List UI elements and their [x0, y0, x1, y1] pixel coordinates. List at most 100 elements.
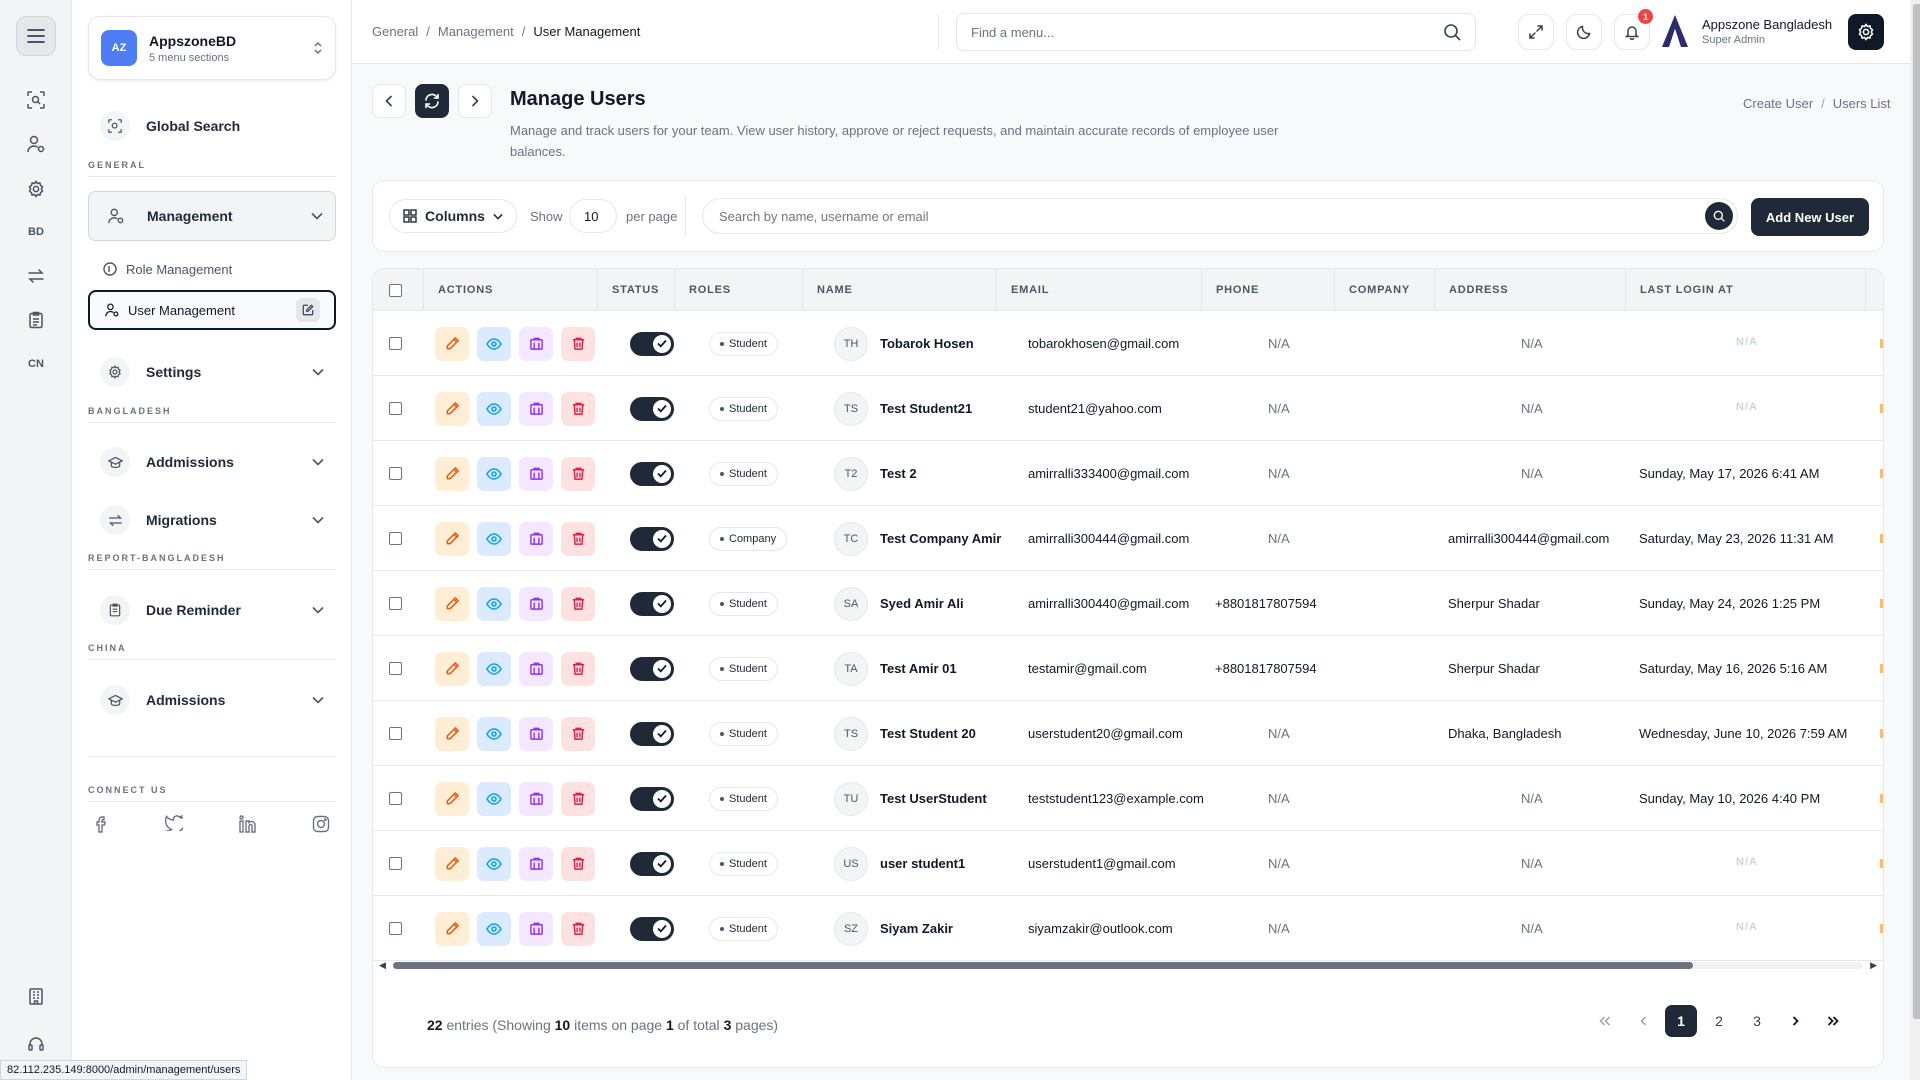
rail-building-icon[interactable] [22, 982, 50, 1010]
user-name-cell[interactable]: Siyam Zakir [880, 921, 953, 936]
select-all-checkbox[interactable] [389, 283, 402, 297]
search-submit-button[interactable] [1705, 202, 1733, 230]
status-toggle[interactable] [630, 851, 674, 876]
scroll-right-icon[interactable]: ▶ [1870, 960, 1877, 971]
delete-button[interactable] [561, 651, 595, 686]
find-menu-input[interactable]: Find a menu... [956, 13, 1476, 51]
view-button[interactable] [477, 846, 511, 881]
next-page-button[interactable] [1779, 1005, 1811, 1037]
user-name-cell[interactable]: Test Company Amir [880, 531, 1001, 546]
sidebar-item-settings[interactable]: Settings [88, 347, 336, 397]
view-button[interactable] [477, 781, 511, 816]
edit-button[interactable] [435, 716, 469, 751]
sidebar-item-migrations[interactable]: Migrations [88, 495, 336, 545]
row-checkbox[interactable] [389, 792, 402, 805]
delete-button[interactable] [561, 846, 595, 881]
rail-due-reminder-icon[interactable] [22, 306, 50, 334]
view-button[interactable] [477, 456, 511, 491]
horizontal-scrollbar[interactable]: ◀ ▶ [377, 959, 1879, 971]
assign-button[interactable] [519, 911, 553, 946]
row-checkbox[interactable] [389, 597, 402, 610]
workspace-switcher[interactable]: AZ AppszoneBD 5 menu sections [88, 16, 336, 80]
rail-global-search-icon[interactable] [22, 86, 50, 114]
per-page-input[interactable] [569, 199, 617, 233]
first-page-button[interactable] [1589, 1005, 1621, 1037]
row-checkbox[interactable] [389, 727, 402, 740]
status-toggle[interactable] [630, 396, 674, 421]
user-name-cell[interactable]: Test Amir 01 [880, 661, 957, 676]
user-name-cell[interactable]: Test Student21 [880, 401, 972, 416]
delete-button[interactable] [561, 456, 595, 491]
column-header-last-login[interactable]: LAST LOGIN AT [1625, 269, 1865, 311]
delete-button[interactable] [561, 521, 595, 556]
columns-button[interactable]: Columns [389, 199, 517, 233]
delete-button[interactable] [561, 781, 595, 816]
create-user-link[interactable]: Create User [1743, 96, 1813, 111]
last-page-button[interactable] [1817, 1005, 1849, 1037]
assign-button[interactable] [519, 651, 553, 686]
edit-button[interactable] [435, 911, 469, 946]
user-name-cell[interactable]: Test Student 20 [880, 726, 976, 741]
sidebar-item-admissions[interactable]: Admissions [88, 675, 336, 725]
user-name-cell[interactable]: Syed Amir Ali [880, 596, 964, 611]
previous-page-button[interactable] [1627, 1005, 1659, 1037]
edit-button[interactable] [435, 651, 469, 686]
row-checkbox[interactable] [389, 857, 402, 870]
view-button[interactable] [477, 326, 511, 361]
row-checkbox[interactable] [389, 662, 402, 675]
sidebar-item-global-search[interactable]: Global Search [88, 101, 336, 151]
sidebar-item-user-management[interactable]: User Management [88, 290, 336, 330]
sidebar-item-due-reminder[interactable]: Due Reminder [88, 585, 336, 635]
assign-button[interactable] [519, 781, 553, 816]
row-checkbox[interactable] [389, 532, 402, 545]
breadcrumb-item-general[interactable]: General [372, 24, 418, 39]
delete-button[interactable] [561, 391, 595, 426]
edit-button[interactable] [435, 326, 469, 361]
back-button[interactable] [372, 84, 406, 118]
delete-button[interactable] [561, 716, 595, 751]
status-toggle[interactable] [630, 591, 674, 616]
view-button[interactable] [477, 586, 511, 621]
assign-button[interactable] [519, 391, 553, 426]
row-checkbox[interactable] [389, 467, 402, 480]
edit-square-icon[interactable] [296, 298, 320, 322]
linkedin-icon[interactable] [238, 815, 257, 836]
rail-support-icon[interactable] [22, 1030, 50, 1058]
page-scrollbar[interactable] [1910, 0, 1920, 1080]
fullscreen-button[interactable] [1518, 14, 1554, 50]
view-button[interactable] [477, 911, 511, 946]
assign-button[interactable] [519, 716, 553, 751]
column-header-status[interactable]: STATUS [597, 269, 674, 311]
breadcrumb-item-management[interactable]: Management [438, 24, 514, 39]
view-button[interactable] [477, 391, 511, 426]
rail-settings-icon[interactable] [22, 175, 50, 203]
user-name-cell[interactable]: Tobarok Hosen [880, 336, 974, 351]
add-new-user-button[interactable]: Add New User [1751, 198, 1869, 236]
facebook-icon[interactable] [94, 815, 110, 836]
rail-cn-label[interactable]: CN [22, 350, 50, 378]
column-header-name[interactable]: NAME [802, 269, 996, 311]
rail-user-management-icon[interactable] [22, 130, 50, 158]
user-name-cell[interactable]: user student1 [880, 856, 965, 871]
status-toggle[interactable] [630, 656, 674, 681]
page-button[interactable]: 1 [1665, 1005, 1697, 1037]
page-scrollbar-thumb[interactable] [1912, 4, 1920, 1019]
sidebar-item-role-management[interactable]: Role Management [88, 249, 336, 289]
user-menu[interactable]: Appszone Bangladesh Super Admin [1660, 14, 1832, 48]
rail-bd-label[interactable]: BD [22, 218, 50, 246]
user-search-input[interactable] [703, 199, 1683, 233]
status-toggle[interactable] [630, 916, 674, 941]
users-list-link[interactable]: Users List [1833, 96, 1891, 111]
assign-button[interactable] [519, 846, 553, 881]
page-button[interactable]: 3 [1741, 1005, 1773, 1037]
user-name-cell[interactable]: Test 2 [880, 466, 917, 481]
forward-button[interactable] [458, 84, 492, 118]
row-checkbox[interactable] [389, 402, 402, 415]
status-toggle[interactable] [630, 721, 674, 746]
page-button[interactable]: 2 [1703, 1005, 1735, 1037]
menu-toggle-button[interactable] [16, 16, 56, 56]
status-toggle[interactable] [630, 786, 674, 811]
status-toggle[interactable] [630, 331, 674, 356]
settings-button[interactable] [1848, 14, 1884, 50]
user-name-cell[interactable]: Test UserStudent [880, 791, 987, 806]
